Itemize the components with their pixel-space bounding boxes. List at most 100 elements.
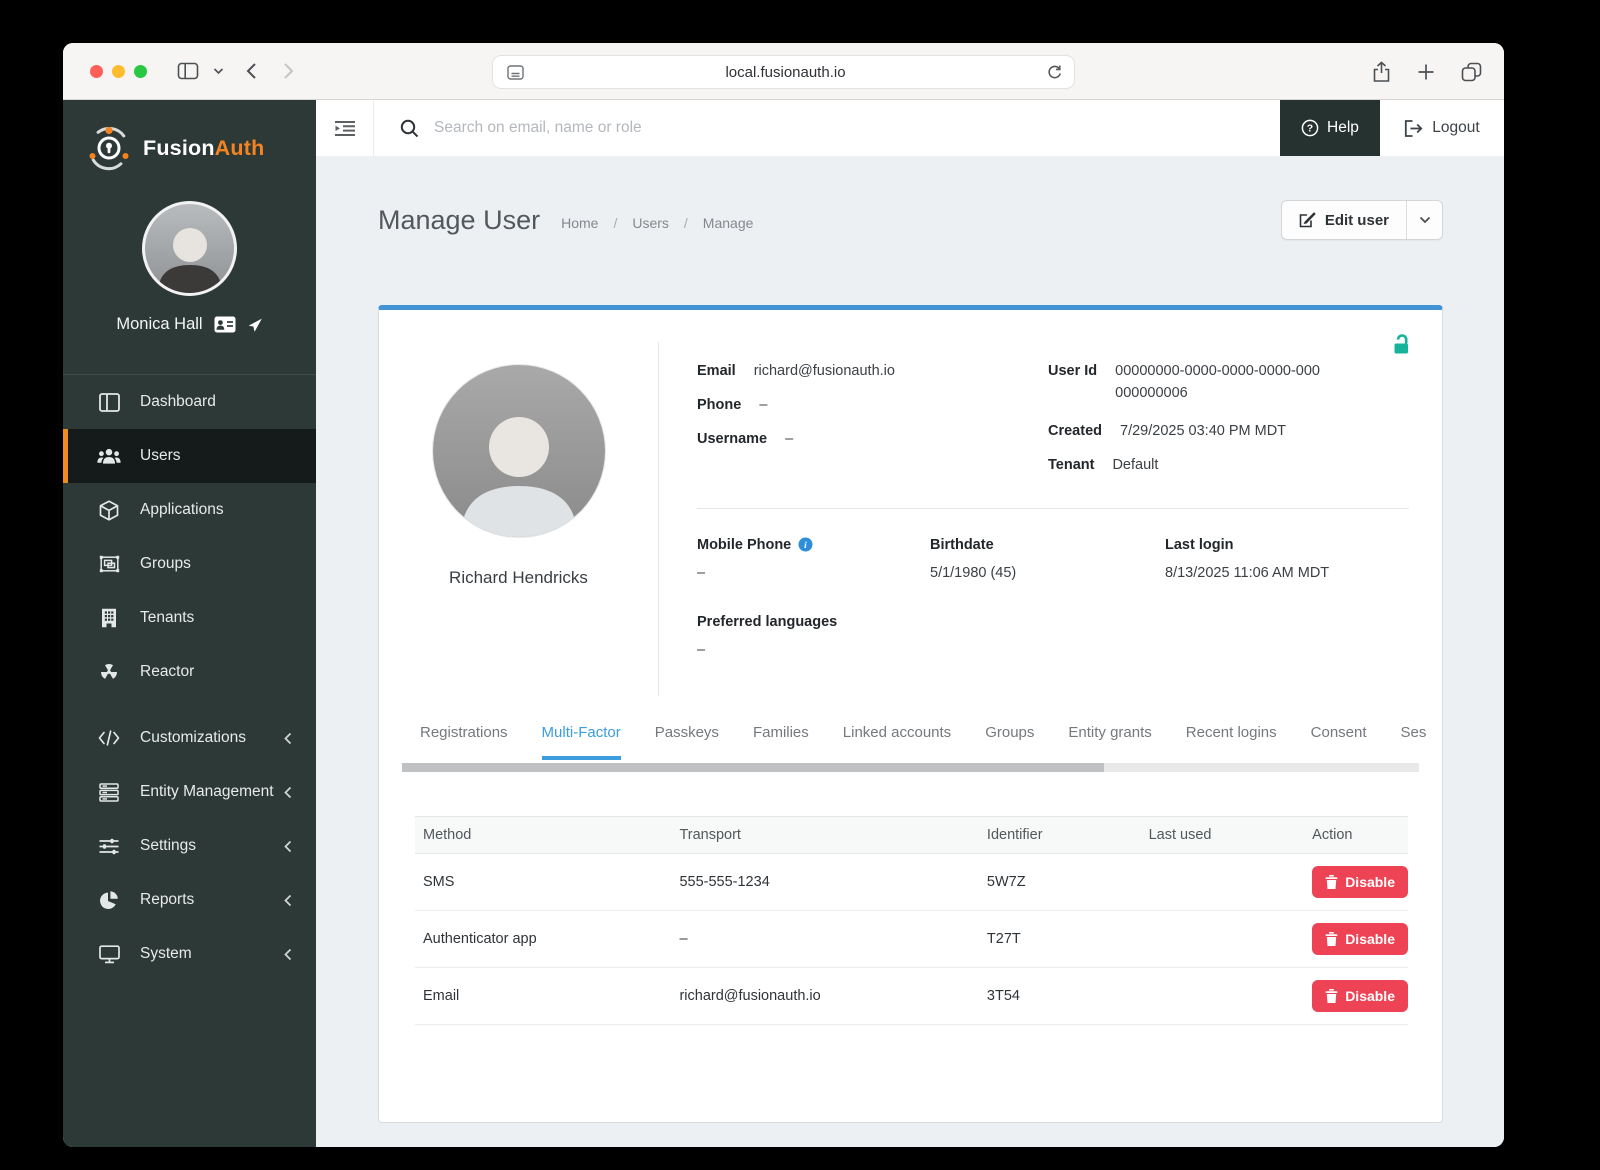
table-row: Email richard@fusionauth.io 3T54 Disable bbox=[415, 967, 1408, 1025]
tab-registrations[interactable]: Registrations bbox=[420, 724, 508, 760]
mfa-methods-table: Method Transport Identifier Last used Ac… bbox=[415, 815, 1408, 1025]
logout-label: Logout bbox=[1432, 119, 1480, 136]
sidebar-item-entity-management[interactable]: Entity Management bbox=[63, 765, 316, 819]
edit-user-dropdown-button[interactable] bbox=[1406, 201, 1442, 239]
edit-user-button[interactable]: Edit user bbox=[1282, 201, 1406, 239]
new-tab-icon[interactable] bbox=[1417, 63, 1435, 81]
users-icon bbox=[97, 447, 121, 465]
signed-in-user-name: Monica Hall bbox=[116, 315, 203, 333]
outdent-icon bbox=[334, 120, 355, 136]
info-icon[interactable]: i bbox=[798, 537, 813, 552]
chevron-down-icon[interactable] bbox=[213, 67, 224, 75]
field-phone: Phone – bbox=[697, 397, 768, 414]
sidebar-item-label: System bbox=[140, 945, 192, 962]
disable-button[interactable]: Disable bbox=[1312, 865, 1408, 898]
tab-groups[interactable]: Groups bbox=[985, 724, 1034, 760]
tab-multi-factor[interactable]: Multi-Factor bbox=[541, 724, 621, 760]
chevron-left-icon bbox=[284, 840, 292, 853]
sidebar-item-users[interactable]: Users bbox=[63, 429, 316, 483]
pie-chart-icon bbox=[97, 890, 121, 910]
disable-button[interactable]: Disable bbox=[1312, 922, 1408, 955]
sidebar-item-label: Tenants bbox=[140, 609, 195, 626]
location-arrow-icon[interactable] bbox=[247, 317, 263, 333]
back-button-icon[interactable] bbox=[246, 62, 257, 80]
zoom-window-button[interactable] bbox=[134, 64, 147, 78]
pencil-square-icon bbox=[1299, 212, 1316, 228]
tab-overview-icon[interactable] bbox=[1461, 62, 1482, 82]
logout-button[interactable]: Logout bbox=[1380, 100, 1504, 156]
column-method: Method bbox=[415, 815, 672, 854]
field-preferred-languages: Preferred languages – bbox=[697, 613, 838, 658]
sidebar-item-label: Users bbox=[140, 447, 181, 464]
sidebar-item-groups[interactable]: Groups bbox=[63, 537, 316, 591]
tab-consent[interactable]: Consent bbox=[1311, 724, 1367, 760]
avatar bbox=[142, 201, 237, 296]
sidebar-item-dashboard[interactable]: Dashboard bbox=[63, 375, 316, 429]
field-email: Email richard@fusionauth.io bbox=[697, 363, 895, 379]
page-reader-icon[interactable] bbox=[507, 64, 524, 80]
edit-user-split-button: Edit user bbox=[1280, 200, 1443, 240]
user-full-name: Richard Hendricks bbox=[449, 568, 588, 587]
reload-icon[interactable] bbox=[1047, 64, 1062, 80]
forward-button-icon[interactable] bbox=[283, 62, 294, 80]
user-tabs: Registrations Multi-Factor Passkeys Fami… bbox=[379, 724, 1442, 760]
question-circle-icon: ? bbox=[1301, 119, 1319, 137]
sidebar-nav-groups: Customizations Entity Management Setting… bbox=[63, 705, 316, 981]
search-input[interactable] bbox=[434, 119, 1280, 137]
collapse-sidebar-button[interactable] bbox=[316, 100, 374, 156]
cell-identifier: T27T bbox=[978, 910, 1141, 968]
page-title: Manage User bbox=[378, 204, 541, 235]
chevron-left-icon bbox=[284, 786, 292, 799]
tab-sessions[interactable]: Ses bbox=[1401, 724, 1427, 760]
url-bar[interactable]: local.fusionauth.io bbox=[492, 55, 1075, 89]
table-row: SMS 555-555-1234 5W7Z Disable bbox=[415, 853, 1408, 911]
field-mobile-phone: Mobile Phone i – bbox=[697, 537, 930, 581]
close-window-button[interactable] bbox=[90, 64, 103, 78]
breadcrumb-separator: / bbox=[683, 215, 688, 231]
sidebar-item-settings[interactable]: Settings bbox=[63, 819, 316, 873]
column-last-used: Last used bbox=[1140, 815, 1305, 854]
cell-identifier: 5W7Z bbox=[978, 853, 1141, 911]
page-content: Manage User Home / Users / Manage Edit u… bbox=[316, 156, 1504, 1147]
svg-text:i: i bbox=[804, 541, 807, 551]
browser-chrome: local.fusionauth.io bbox=[63, 43, 1504, 100]
breadcrumb-home[interactable]: Home bbox=[561, 215, 598, 231]
sidebar-item-customizations[interactable]: Customizations bbox=[63, 711, 316, 765]
sidebar-item-reactor[interactable]: Reactor bbox=[63, 645, 316, 699]
person-silhouette-icon bbox=[460, 417, 577, 537]
search-icon bbox=[400, 119, 419, 137]
tabs-scrollbar-thumb[interactable] bbox=[402, 762, 1104, 772]
cell-last-used bbox=[1140, 910, 1305, 968]
server-stack-icon bbox=[97, 782, 121, 802]
fusionauth-logo-icon bbox=[89, 126, 129, 171]
share-icon[interactable] bbox=[1372, 60, 1391, 83]
tab-families[interactable]: Families bbox=[753, 724, 809, 760]
tab-entity-grants[interactable]: Entity grants bbox=[1068, 724, 1151, 760]
sidebar-item-system[interactable]: System bbox=[63, 927, 316, 981]
chevron-left-icon bbox=[284, 948, 292, 961]
brand-text: FusionAuth bbox=[143, 135, 265, 160]
sidebar-item-applications[interactable]: Applications bbox=[63, 483, 316, 537]
breadcrumb-separator: / bbox=[613, 215, 618, 231]
sidebar-item-tenants[interactable]: Tenants bbox=[63, 591, 316, 645]
breadcrumb-users[interactable]: Users bbox=[632, 215, 669, 231]
unlocked-icon bbox=[1390, 333, 1414, 362]
help-button[interactable]: ? Help bbox=[1280, 100, 1380, 156]
tab-passkeys[interactable]: Passkeys bbox=[655, 724, 719, 760]
object-group-icon bbox=[97, 555, 121, 573]
topbar: ? Help Logout bbox=[316, 100, 1504, 156]
cell-transport: – bbox=[671, 910, 979, 968]
browser-sidebar-toggle-icon[interactable] bbox=[177, 62, 199, 80]
url-text[interactable]: local.fusionauth.io bbox=[524, 64, 1047, 81]
id-card-icon[interactable] bbox=[214, 316, 236, 333]
tab-linked-accounts[interactable]: Linked accounts bbox=[843, 724, 951, 760]
minimize-window-button[interactable] bbox=[112, 64, 125, 78]
breadcrumb-manage: Manage bbox=[702, 215, 754, 231]
sidebar-item-reports[interactable]: Reports bbox=[63, 873, 316, 927]
table-row: Authenticator app – T27T Disable bbox=[415, 910, 1408, 968]
svg-text:?: ? bbox=[1307, 123, 1313, 135]
column-action: Action bbox=[1304, 815, 1408, 854]
tab-recent-logins[interactable]: Recent logins bbox=[1186, 724, 1277, 760]
sidebar-item-label: Groups bbox=[140, 555, 191, 572]
disable-button[interactable]: Disable bbox=[1312, 979, 1408, 1012]
